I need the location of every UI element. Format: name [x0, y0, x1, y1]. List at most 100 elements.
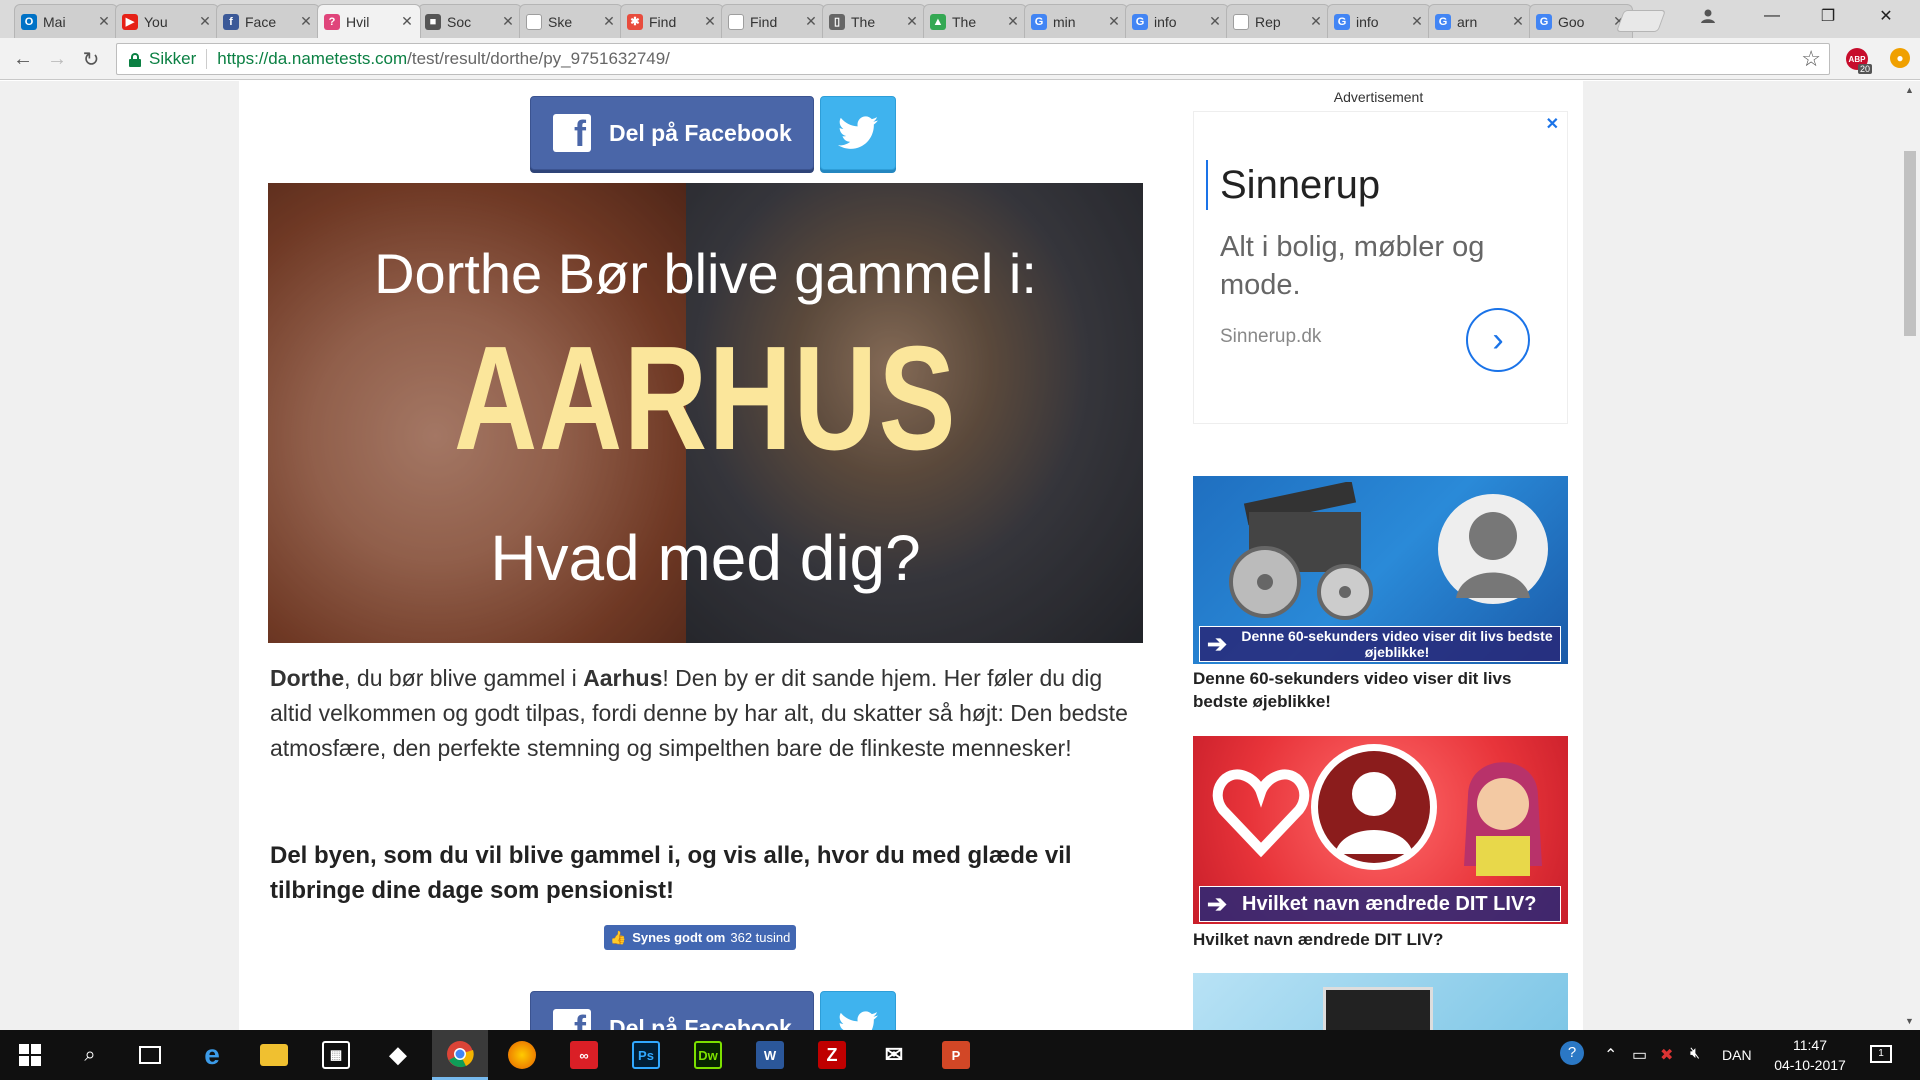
find-icon: ✱ — [627, 13, 643, 30]
mail-icon[interactable]: ✉ — [866, 1030, 922, 1080]
browser-tab[interactable]: ■ Soc ✕ — [418, 4, 522, 38]
chrome-icon[interactable] — [432, 1030, 488, 1080]
extension-icon[interactable]: ● — [1890, 48, 1910, 68]
browser-tab[interactable]: O Mai ✕ — [14, 4, 118, 38]
edge-icon[interactable]: e — [184, 1030, 240, 1080]
browser-tab[interactable]: Ginfo ✕ — [1125, 4, 1229, 38]
page-icon — [728, 13, 744, 30]
promo-image-partial[interactable] — [1193, 973, 1568, 1030]
browser-tab[interactable]: GGoo✕ — [1529, 4, 1633, 38]
browser-tab[interactable]: f Face ✕ — [216, 4, 320, 38]
help-icon[interactable]: ? — [1560, 1041, 1584, 1065]
ad-banner[interactable]: ✕ Sinnerup Alt i bolig, møbler og mode. … — [1193, 111, 1568, 424]
reload-icon[interactable]: ↻ — [76, 44, 106, 74]
sidebar: Advertisement ✕ Sinnerup Alt i bolig, mø… — [1174, 81, 1583, 1030]
start-button[interactable] — [2, 1030, 58, 1080]
heart-icon — [1212, 769, 1310, 858]
tab-close-icon[interactable]: ✕ — [602, 13, 616, 30]
share-twitter-button-bottom[interactable] — [820, 991, 896, 1030]
promo-image-name[interactable]: ➔ Hvilket navn ændrede DIT LIV? — [1193, 736, 1568, 924]
filezilla-icon[interactable]: Z — [804, 1030, 860, 1080]
promo-caption-video[interactable]: Denne 60-sekunders video viser dit livs … — [1193, 667, 1568, 713]
tab-label: min — [1053, 13, 1076, 30]
back-icon[interactable]: ← — [8, 44, 38, 74]
ad-chevron-right-icon[interactable]: › — [1466, 308, 1530, 372]
avatar-placeholder — [1438, 494, 1548, 604]
system-clock[interactable]: 11:47 04-10-2017 — [1762, 1035, 1858, 1075]
tab-close-icon[interactable]: ✕ — [1006, 13, 1020, 30]
facebook-like-button[interactable]: 👍 Synes godt om 362 tusind — [604, 925, 797, 950]
promo-image-video[interactable]: ➔ Denne 60-sekunders video viser dit liv… — [1193, 476, 1568, 664]
word-icon[interactable]: W — [742, 1030, 798, 1080]
facebook-icon: f — [223, 13, 239, 30]
tab-close-icon[interactable]: ✕ — [1107, 13, 1121, 30]
tab-close-icon[interactable]: ✕ — [1208, 13, 1222, 30]
network-icon[interactable]: ✖ — [1660, 1045, 1673, 1065]
forward-icon[interactable]: → — [42, 44, 72, 74]
task-view-icon[interactable] — [122, 1030, 178, 1080]
tab-close-icon[interactable]: ✕ — [1511, 13, 1525, 30]
url-host: https://da.nametests.com — [217, 49, 408, 68]
profile-icon[interactable] — [1680, 0, 1736, 32]
tab-close-icon[interactable]: ✕ — [905, 13, 919, 30]
share-facebook-button[interactable]: f Del på Facebook — [530, 96, 814, 170]
new-tab-button[interactable] — [1615, 10, 1667, 32]
scrollbar-thumb[interactable] — [1904, 151, 1916, 336]
browser-tab[interactable]: Ginfo ✕ — [1327, 4, 1431, 38]
address-bar[interactable]: Sikker https://da.nametests.com/test/res… — [116, 43, 1830, 75]
thumbs-up-icon: 👍 — [610, 929, 627, 945]
language-indicator[interactable]: DAN — [1722, 1047, 1752, 1063]
youtube-icon: ▶ — [122, 13, 138, 30]
browser-tab[interactable]: Rep ✕ — [1226, 4, 1330, 38]
social-icon: ■ — [425, 13, 441, 30]
photoshop-icon[interactable]: Ps — [618, 1030, 674, 1080]
tab-close-icon[interactable]: ✕ — [1309, 13, 1323, 30]
store-icon[interactable]: ▦ — [308, 1030, 364, 1080]
chevron-up-icon[interactable]: ⌃ — [1604, 1045, 1617, 1065]
tab-close-icon[interactable]: ✕ — [400, 13, 414, 30]
tab-close-icon[interactable]: ✕ — [804, 13, 818, 30]
browser-tab[interactable]: Garn ✕ — [1428, 4, 1532, 38]
browser-tab[interactable]: ✱ Find ✕ — [620, 4, 724, 38]
browser-tab[interactable]: Find ✕ — [721, 4, 825, 38]
restore-icon[interactable]: ❐ — [1800, 0, 1856, 32]
like-label: Synes godt om — [632, 930, 726, 945]
volume-muted-icon[interactable]: 🔇︎ — [1690, 1045, 1700, 1063]
file-explorer-icon[interactable] — [246, 1030, 302, 1080]
notification-center-icon[interactable]: 1 — [1870, 1045, 1892, 1063]
address-separator — [206, 49, 208, 69]
page-scrollbar[interactable]: ▲ ▼ — [1900, 81, 1920, 1030]
outlook-icon: O — [21, 13, 37, 30]
browser-tab[interactable]: ▲ The ✕ — [923, 4, 1027, 38]
dreamweaver-icon[interactable]: Dw — [680, 1030, 736, 1080]
dropbox-icon[interactable]: ◆ — [370, 1030, 426, 1080]
tab-close-icon[interactable]: ✕ — [1410, 13, 1424, 30]
ad-close-icon[interactable]: ✕ — [1546, 114, 1559, 134]
powerpoint-icon[interactable]: P — [928, 1030, 984, 1080]
close-window-icon[interactable]: ✕ — [1858, 0, 1914, 32]
result-image: Dorthe Bør blive gammel i: AARHUS Hvad m… — [268, 183, 1143, 643]
tab-close-icon[interactable]: ✕ — [198, 13, 212, 30]
minimize-icon[interactable]: — — [1744, 0, 1800, 32]
battery-icon[interactable]: ▭ — [1632, 1045, 1647, 1065]
promo-caption-name[interactable]: Hvilket navn ændrede DIT LIV? — [1193, 928, 1568, 951]
browser-tab[interactable]: Ske ✕ — [519, 4, 623, 38]
tab-close-icon[interactable]: ✕ — [299, 13, 313, 30]
browser-tab[interactable]: ▶ You ✕ — [115, 4, 219, 38]
scroll-up-icon[interactable]: ▲ — [1905, 85, 1914, 95]
bookmark-star-icon[interactable]: ☆ — [1801, 46, 1821, 72]
share-facebook-button-bottom[interactable]: f Del på Facebook — [530, 991, 814, 1030]
browser-tab[interactable]: ▯ The ✕ — [822, 4, 926, 38]
tab-close-icon[interactable]: ✕ — [97, 13, 111, 30]
firefox-icon[interactable] — [494, 1030, 550, 1080]
tab-close-icon[interactable]: ✕ — [501, 13, 515, 30]
twitter-icon — [839, 1011, 878, 1030]
tab-close-icon[interactable]: ✕ — [703, 13, 717, 30]
like-count: 362 tusind — [730, 930, 791, 945]
scroll-down-icon[interactable]: ▼ — [1905, 1016, 1914, 1026]
creative-cloud-icon[interactable]: ∞ — [556, 1030, 612, 1080]
search-icon[interactable]: ⌕ — [62, 1030, 118, 1080]
browser-tab[interactable]: ? Hvil ✕ — [317, 4, 421, 38]
share-twitter-button[interactable] — [820, 96, 896, 170]
browser-tab[interactable]: Gmin ✕ — [1024, 4, 1128, 38]
